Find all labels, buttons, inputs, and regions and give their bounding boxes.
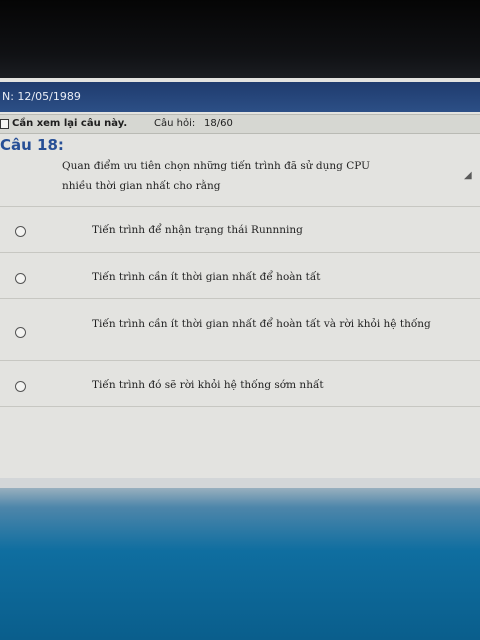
answer-text-3: Tiến trình cần ít thời gian nhất để hoàn… — [92, 318, 431, 330]
answer-text-1: Tiến trình để nhận trạng thái Runnning — [92, 224, 303, 236]
answer-radio-3[interactable] — [15, 327, 26, 338]
answer-option-2[interactable]: Tiến trình cần ít thời gian nhất để hoàn… — [0, 252, 480, 299]
answer-radio-2[interactable] — [15, 273, 26, 284]
student-info-text: N: 12/05/1989 — [2, 90, 81, 103]
student-info-bar: N: 12/05/1989 — [0, 82, 480, 112]
review-bar: Cần xem lại câu này. Câu hỏi: 18/60 — [0, 114, 480, 134]
answer-text-4: Tiến trình đó sẽ rời khỏi hệ thống sớm n… — [92, 379, 324, 391]
question-text: Quan điểm ưu tiên chọn những tiến trình … — [62, 160, 370, 192]
review-checkbox[interactable] — [0, 119, 9, 129]
monitor-bezel — [0, 0, 480, 78]
answer-radio-1[interactable] — [15, 226, 26, 237]
exam-window: N: 12/05/1989 Cần xem lại câu này. Câu h… — [0, 78, 480, 640]
question-counter-label: Câu hỏi: — [154, 118, 196, 129]
question-title: Câu 18: — [0, 136, 64, 154]
answer-option-1[interactable]: Tiến trình để nhận trạng thái Runnning — [0, 206, 480, 253]
answer-radio-4[interactable] — [15, 381, 26, 392]
answers-bottom-divider — [0, 406, 480, 407]
answer-text-2: Tiến trình cần ít thời gian nhất để hoàn… — [92, 271, 321, 283]
question-counter-value: 18/60 — [204, 118, 233, 129]
answer-option-4[interactable]: Tiến trình đó sẽ rời khỏi hệ thống sớm n… — [0, 360, 480, 407]
corner-arrow-icon: ◢ — [464, 170, 472, 181]
window-bottom-edge — [0, 478, 480, 488]
review-label: Cần xem lại câu này. — [12, 118, 128, 129]
desktop-background — [0, 478, 480, 640]
answer-option-3[interactable]: Tiến trình cần ít thời gian nhất để hoàn… — [0, 298, 480, 361]
